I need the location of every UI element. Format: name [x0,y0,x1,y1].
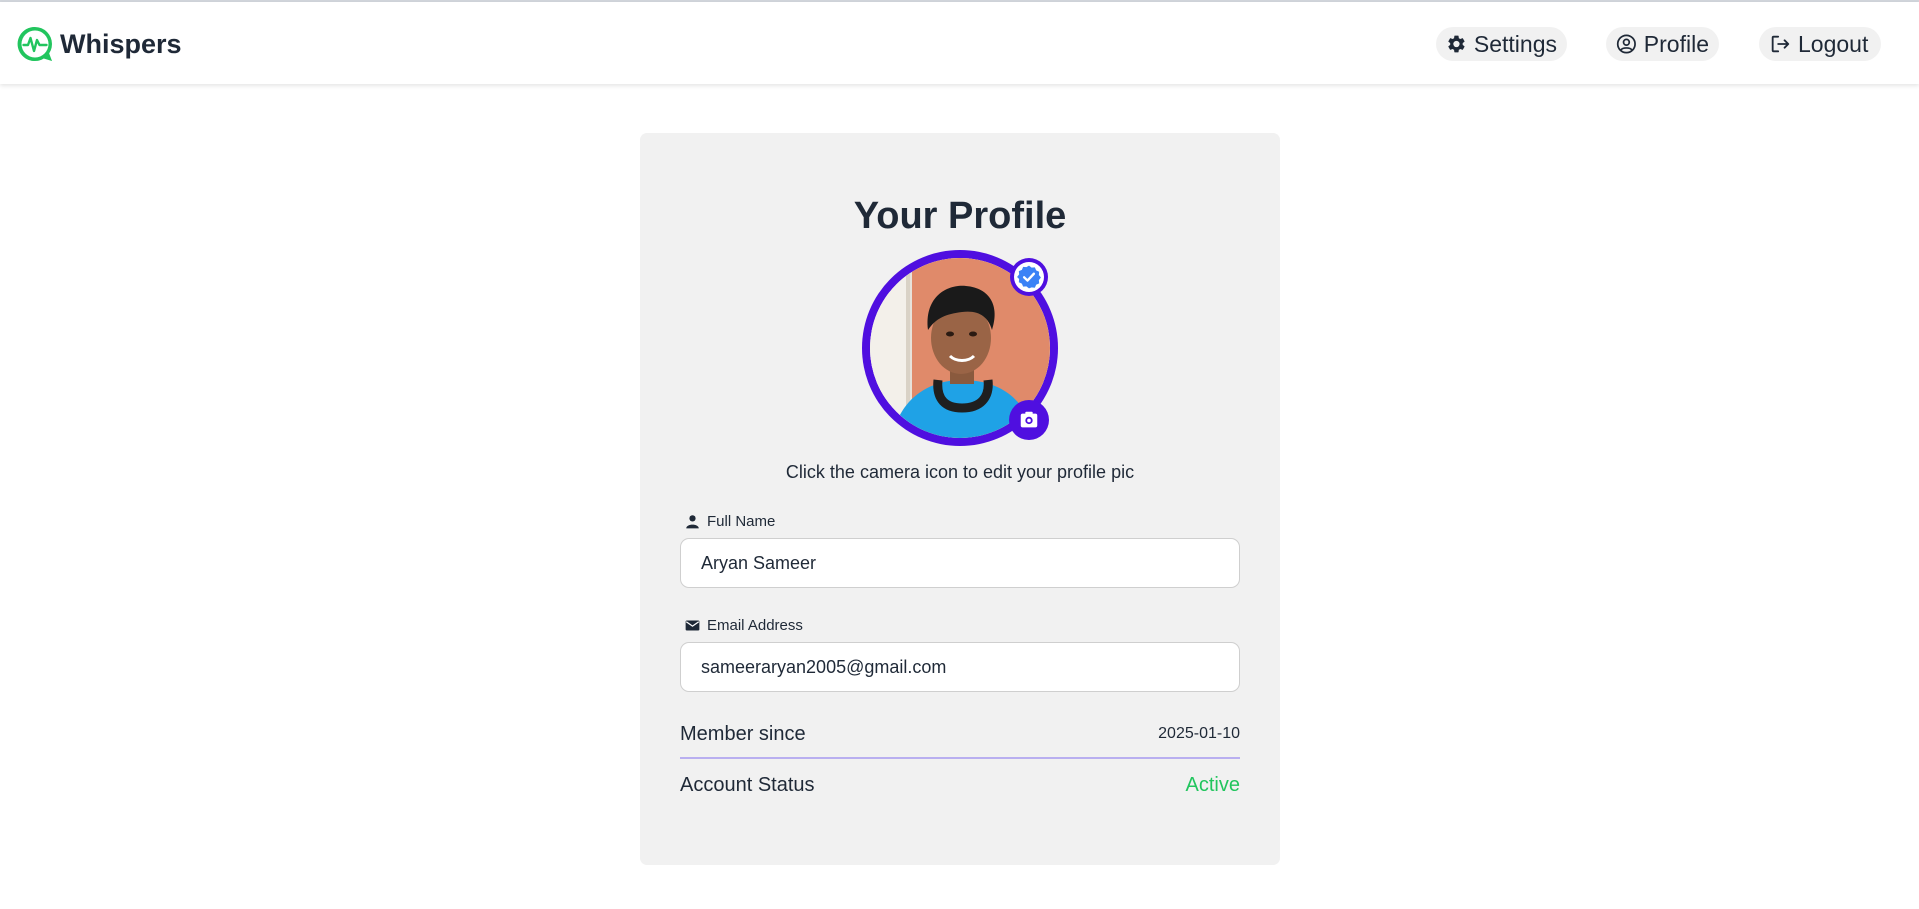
mail-icon [685,620,700,630]
user-icon [686,514,699,528]
divider [680,757,1240,759]
profile-label: Profile [1643,30,1709,57]
profile-card: Your Profile Click the camera icon to ed… [640,133,1280,865]
email-label-text: Email Address [707,616,803,634]
brand-name: Whispers [60,28,182,59]
edit-avatar-camera-button[interactable] [1009,400,1049,440]
chat-pulse-logo-icon [17,26,52,62]
camera-icon [1020,411,1038,428]
settings-label: Settings [1473,30,1557,57]
navbar: Whispers Settings Profile Logout [0,2,1919,84]
member-since-value: 2025-01-10 [1158,725,1240,742]
avatar-edit-hint: Click the camera icon to edit your profi… [785,462,1135,482]
logout-button[interactable]: Logout [1759,27,1881,61]
full-name-label: Full Name [685,511,775,531]
member-since-label: Member since [680,722,806,745]
settings-button[interactable]: Settings [1436,27,1567,61]
user-circle-icon [1616,34,1636,54]
page-title: Your Profile [853,195,1067,237]
email-input[interactable] [680,642,1240,692]
verified-badge [1010,258,1048,296]
logout-label: Logout [1798,30,1869,57]
member-since-row: Member since 2025-01-10 [680,714,1240,754]
profile-button[interactable]: Profile [1606,27,1719,61]
account-status-row: Account Status Active [680,765,1240,805]
email-label: Email Address [685,615,803,635]
account-status-label: Account Status [680,773,815,796]
brand-link[interactable]: Whispers [15,22,182,66]
account-status-value: Active [1185,773,1240,796]
logout-icon [1771,35,1790,53]
gear-icon [1448,35,1465,53]
full-name-input[interactable] [680,538,1240,588]
full-name-label-text: Full Name [707,512,776,530]
avatar-container [862,250,1058,446]
verified-check-icon [1017,265,1041,289]
